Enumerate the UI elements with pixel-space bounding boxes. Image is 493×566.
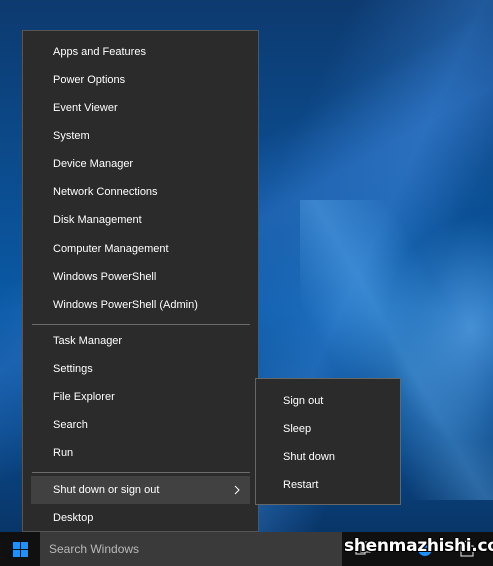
- menu-item-label: Shut down or sign out: [53, 484, 160, 496]
- menu-separator: [32, 472, 250, 473]
- menu-item-run[interactable]: Run: [31, 439, 250, 467]
- watermark-text: shenmazhishi.com: [344, 536, 493, 556]
- menu-item-search[interactable]: Search: [31, 411, 250, 439]
- menu-item-system[interactable]: System: [31, 122, 250, 150]
- menu-item-task-manager[interactable]: Task Manager: [31, 327, 250, 355]
- start-button[interactable]: [0, 532, 40, 566]
- menu-item-windows-powershell[interactable]: Windows PowerShell: [31, 263, 250, 291]
- windows-logo-icon: [13, 542, 28, 557]
- submenu-item-shut-down[interactable]: Shut down: [256, 443, 400, 471]
- menu-item-disk-management[interactable]: Disk Management: [31, 206, 250, 234]
- menu-item-apps-and-features[interactable]: Apps and Features: [31, 38, 250, 66]
- winx-power-user-menu: Apps and Features Power Options Event Vi…: [22, 30, 259, 532]
- submenu-item-sign-out[interactable]: Sign out: [256, 387, 400, 415]
- menu-item-device-manager[interactable]: Device Manager: [31, 150, 250, 178]
- menu-item-event-viewer[interactable]: Event Viewer: [31, 94, 250, 122]
- menu-item-windows-powershell-admin[interactable]: Windows PowerShell (Admin): [31, 291, 250, 319]
- submenu-item-restart[interactable]: Restart: [256, 471, 400, 499]
- search-box[interactable]: Search Windows: [40, 532, 342, 566]
- menu-item-shut-down-or-sign-out[interactable]: Shut down or sign out: [31, 476, 250, 504]
- menu-separator: [32, 324, 250, 325]
- menu-item-power-options[interactable]: Power Options: [31, 66, 250, 94]
- menu-item-settings[interactable]: Settings: [31, 355, 250, 383]
- chevron-right-icon: [234, 485, 240, 495]
- search-placeholder: Search Windows: [49, 542, 140, 556]
- submenu-item-sleep[interactable]: Sleep: [256, 415, 400, 443]
- menu-item-network-connections[interactable]: Network Connections: [31, 178, 250, 206]
- shutdown-submenu: Sign out Sleep Shut down Restart: [255, 378, 401, 505]
- menu-item-computer-management[interactable]: Computer Management: [31, 235, 250, 263]
- menu-item-desktop[interactable]: Desktop: [31, 504, 250, 532]
- menu-item-file-explorer[interactable]: File Explorer: [31, 383, 250, 411]
